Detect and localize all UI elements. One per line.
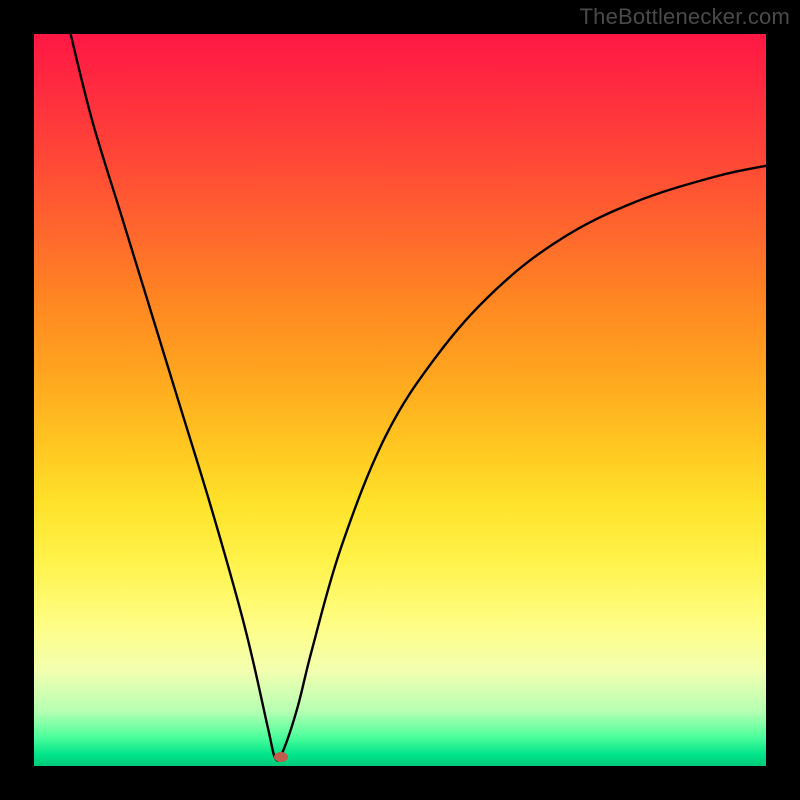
watermark-text: TheBottlenecker.com [580,4,790,30]
bottleneck-curve-path [71,34,766,761]
min-point-marker [274,752,288,762]
chart-plot-area [34,34,766,766]
curve-svg [34,34,766,766]
